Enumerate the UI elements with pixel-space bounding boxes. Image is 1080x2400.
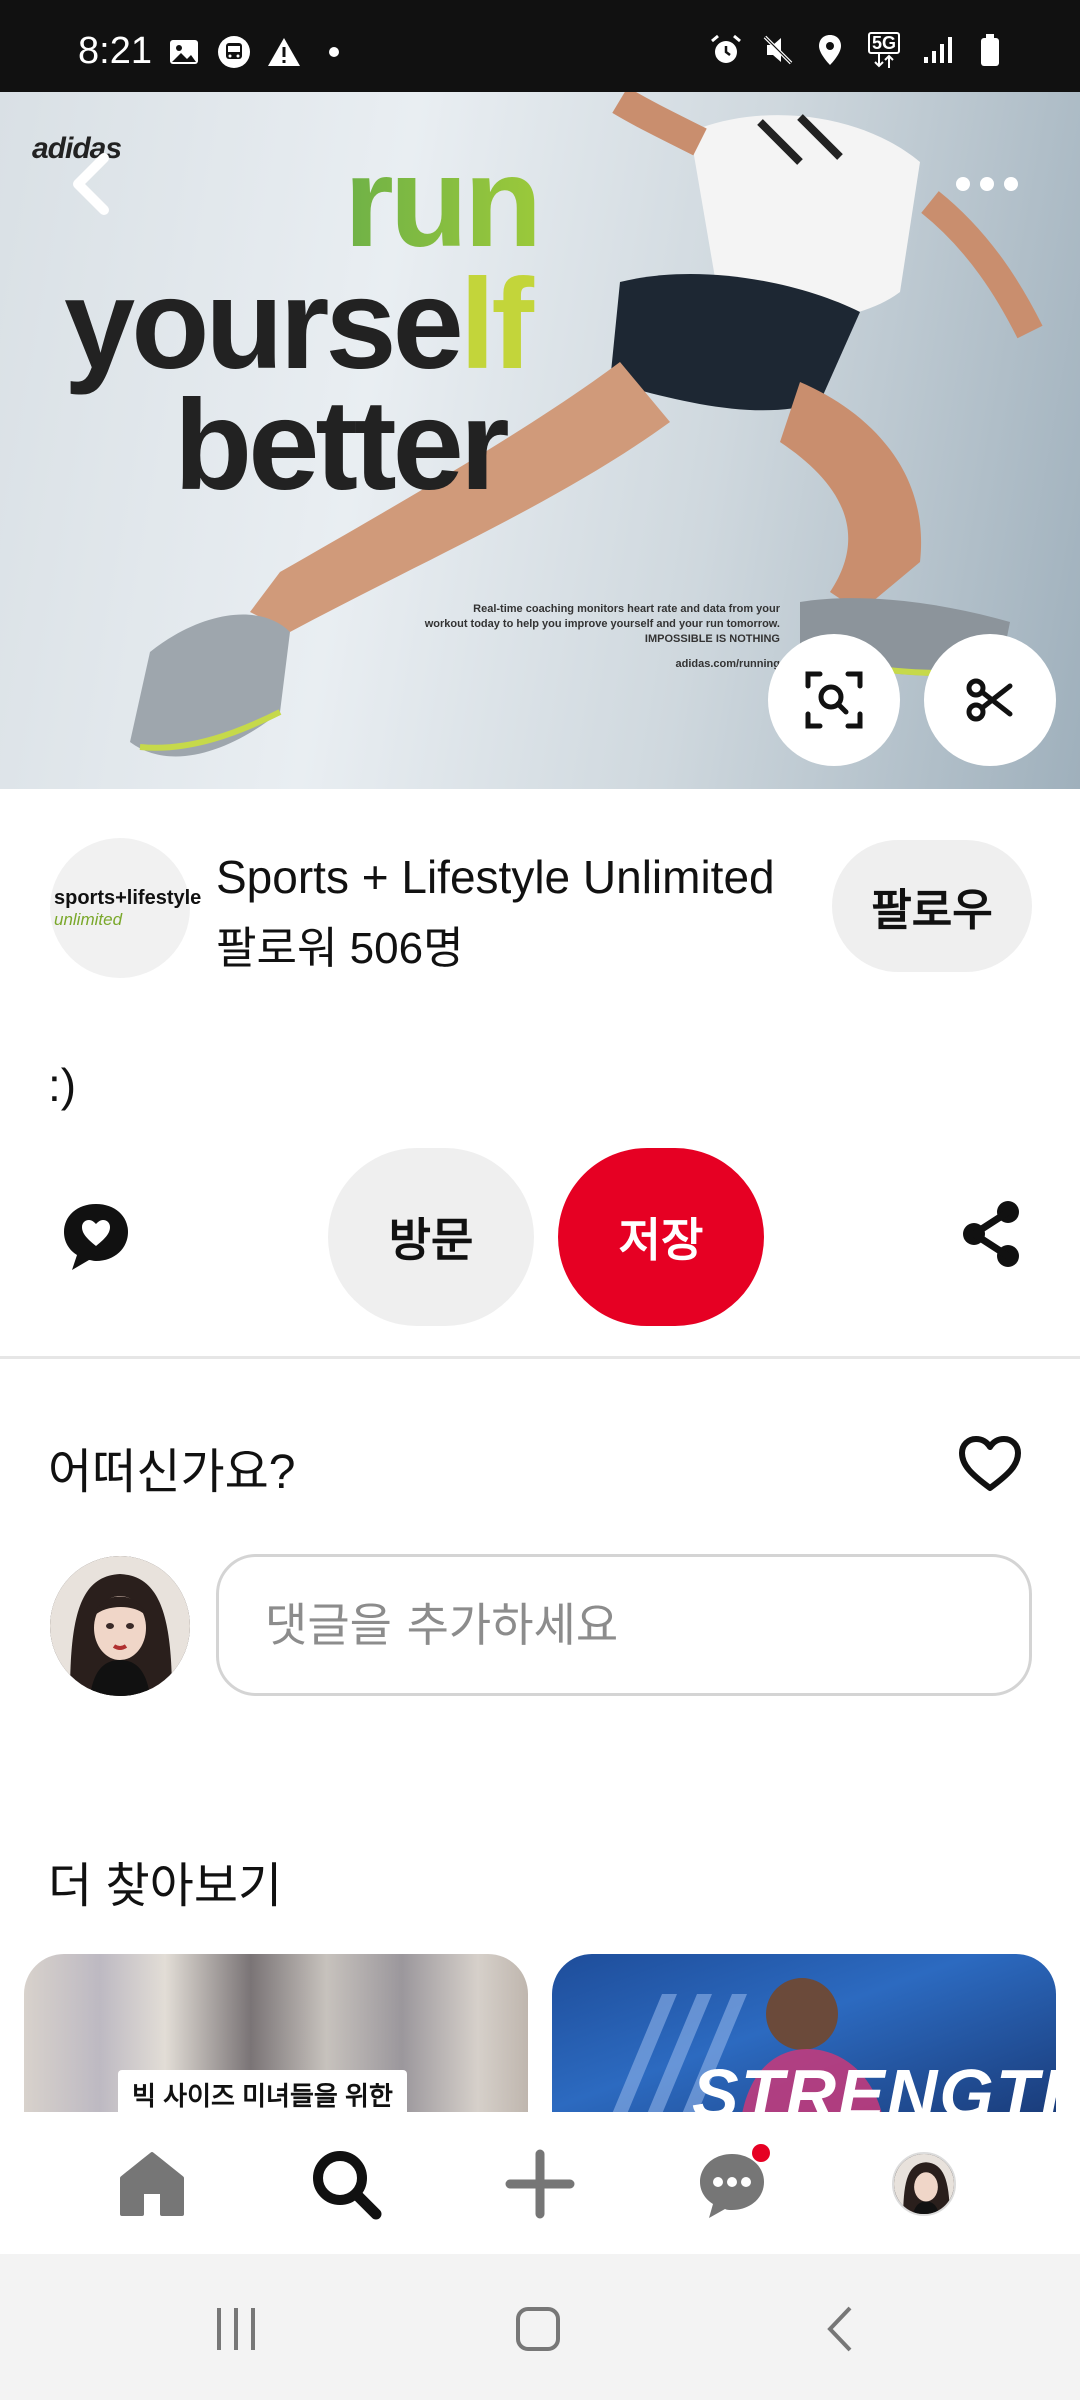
nav-search[interactable]	[298, 2136, 394, 2232]
recent-apps-button[interactable]	[196, 2294, 276, 2364]
share-icon	[963, 1201, 1019, 1267]
creator-name[interactable]: Sports + Lifestyle Unlimited	[216, 850, 775, 904]
visual-search-button[interactable]	[768, 634, 900, 766]
status-bar: 8:21 5G	[0, 0, 1080, 92]
pin-description: :)	[48, 1059, 77, 1111]
warning-icon	[266, 34, 302, 70]
creator-row: sports+lifestyle unlimited Sports + Life…	[0, 830, 1080, 980]
chevron-left-icon	[73, 153, 109, 215]
user-avatar[interactable]	[50, 1556, 190, 1696]
status-left-icons	[166, 34, 352, 70]
small-print-line1: Real-time coaching monitors heart rate a…	[473, 603, 780, 615]
ad-url: adidas.com/running	[675, 657, 780, 670]
gallery-icon	[166, 34, 202, 70]
5g-icon: 5G	[864, 32, 904, 68]
ad-small-print: Real-time coaching monitors heart rate a…	[400, 602, 780, 671]
network-label: 5G	[867, 32, 900, 54]
small-print-line3: IMPOSSIBLE IS NOTHING	[644, 632, 780, 645]
comment-reaction-button[interactable]	[56, 1196, 136, 1276]
save-button[interactable]: 저장	[558, 1148, 764, 1326]
nav-create[interactable]	[492, 2136, 588, 2232]
system-nav-bar	[0, 2254, 1080, 2400]
bottom-nav	[0, 2112, 1080, 2254]
action-row: 방문 저장	[0, 1146, 1080, 1328]
more-options-button[interactable]	[942, 164, 1032, 204]
headline-line3: better	[174, 374, 510, 518]
alarm-icon	[708, 32, 744, 68]
dot-icon	[316, 34, 352, 70]
mute-icon	[760, 32, 796, 68]
comments-title: 어떠신가요?	[48, 1446, 296, 1499]
related-pin-1[interactable]: 빅 사이즈 미녀들을 위한	[24, 1954, 528, 2114]
profile-avatar	[892, 2152, 956, 2216]
signal-icon	[920, 32, 956, 68]
share-button[interactable]	[952, 1194, 1032, 1274]
ad-headline: run yourself better	[64, 139, 542, 518]
creator-avatar[interactable]: sports+lifestyle unlimited	[50, 838, 201, 978]
status-time: 8:21	[78, 30, 152, 72]
more-ideas-title: 더 찾아보기	[48, 1860, 283, 1913]
section-divider	[0, 1356, 1080, 1359]
bus-icon	[216, 34, 252, 70]
creator-logo-line1: sports+lifestyle	[54, 886, 202, 909]
status-right-icons: 5G	[708, 32, 1008, 68]
home-system-button[interactable]	[498, 2294, 578, 2364]
small-print-line2: workout today to help you improve yourse…	[424, 617, 780, 630]
battery-icon	[972, 32, 1008, 68]
plus-icon	[505, 2149, 575, 2219]
recent-apps-icon	[217, 2308, 255, 2350]
follower-count: 팔로워 506명	[216, 924, 464, 973]
related-pin-1-label: 빅 사이즈 미녀들을 위한	[118, 2070, 407, 2114]
heart-icon	[959, 1436, 1021, 1491]
more-horizontal-icon	[956, 177, 1018, 191]
pin-image[interactable]: adidas run yourself better Real-time coa…	[0, 92, 1080, 789]
notification-badge	[752, 2144, 770, 2162]
related-pin-2[interactable]: STRENGTH	[552, 1954, 1056, 2114]
search-icon	[313, 2151, 382, 2220]
scissors-icon	[966, 678, 1013, 722]
comment-input[interactable]	[216, 1554, 1032, 1696]
cutout-button[interactable]	[924, 634, 1056, 766]
headline-line2: yourself	[64, 260, 538, 388]
location-icon	[812, 32, 848, 68]
follow-button[interactable]: 팔로우	[832, 840, 1032, 972]
nav-home[interactable]	[104, 2136, 200, 2232]
visit-button[interactable]: 방문	[328, 1148, 534, 1326]
home-square-icon	[516, 2307, 560, 2351]
back-button[interactable]	[50, 144, 130, 224]
back-system-button[interactable]	[800, 2294, 880, 2364]
home-icon	[120, 2152, 184, 2216]
lens-search-icon	[805, 671, 863, 729]
creator-logo-line2: unlimited	[54, 909, 123, 929]
headline-line1: run	[64, 139, 542, 267]
back-arrow-icon	[827, 2306, 852, 2352]
like-button[interactable]	[950, 1424, 1030, 1504]
nav-messages[interactable]	[684, 2136, 780, 2232]
related-pin-2-text: STRENGTH	[692, 2055, 1056, 2114]
nav-profile[interactable]	[876, 2136, 972, 2232]
chat-heart-icon	[64, 1204, 128, 1270]
